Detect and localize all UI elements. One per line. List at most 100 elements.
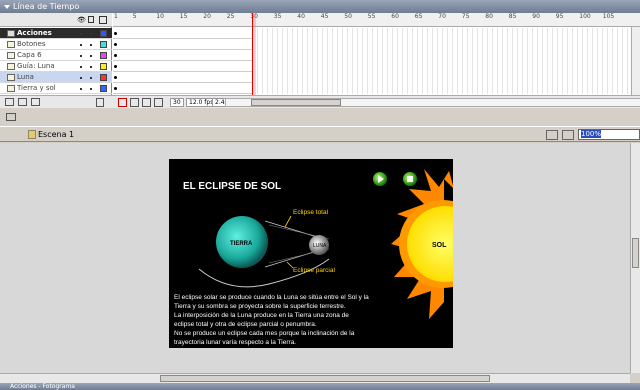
ruler-tick: 45 [320, 13, 329, 20]
layer-color-swatch[interactable] [100, 41, 107, 48]
layer-color-swatch[interactable] [100, 30, 107, 37]
elapsed-time: 2.4s [212, 98, 228, 107]
edit-symbol-icon[interactable] [562, 130, 574, 140]
ruler-tick: 75 [461, 13, 470, 20]
onion-skin-icon[interactable] [130, 98, 139, 107]
ruler-tick: 40 [297, 13, 305, 20]
scroll-thumb[interactable] [251, 99, 341, 106]
layer-icon [7, 30, 15, 37]
description-line: eclipse total y otra de eclipse parcial … [174, 321, 317, 328]
frame-rows[interactable] [113, 28, 640, 94]
ruler-tick: 95 [555, 13, 564, 20]
timeline-horizontal-scrollbar[interactable] [225, 98, 640, 107]
lock-dot[interactable] [90, 55, 92, 57]
description-block: El eclipse solar se produce cuando la Lu… [174, 294, 369, 346]
frame-ruler[interactable]: 1 5 10 15 20 25 30 35 40 45 50 55 60 65 70 75 80 85 90 95 10… [113, 13, 640, 27]
collapse-arrow-icon[interactable] [4, 4, 10, 9]
add-folder-icon[interactable] [31, 98, 40, 106]
ruler-tick: 20 [203, 13, 211, 20]
keyframe[interactable] [114, 65, 117, 68]
ruler-tick: 15 [179, 13, 188, 20]
frame-row[interactable] [113, 50, 253, 61]
visibility-dot[interactable] [80, 33, 82, 35]
lock-dot[interactable] [90, 66, 92, 68]
outline-icon[interactable] [99, 16, 107, 24]
trash-icon[interactable] [96, 98, 104, 107]
playhead[interactable] [252, 13, 256, 95]
visibility-dot[interactable] [80, 77, 82, 79]
eclipse-total-pointer [284, 215, 292, 228]
ruler-tick: 25 [226, 13, 235, 20]
scroll-thumb[interactable] [632, 238, 639, 268]
frame-row[interactable] [113, 28, 253, 39]
ruler-tick: 10 [156, 13, 164, 20]
stop-icon [407, 176, 413, 182]
keyframe[interactable] [114, 43, 117, 46]
zoom-select[interactable]: 100% [578, 129, 640, 140]
ruler-tick: 90 [532, 13, 540, 20]
back-arrow-icon[interactable] [6, 113, 16, 121]
frame-row[interactable] [113, 72, 253, 83]
keyframe[interactable] [114, 87, 117, 90]
layer-icon [7, 52, 15, 59]
timeline-title-bar[interactable]: Línea de Tiempo [0, 0, 640, 13]
edit-multiple-icon[interactable] [154, 98, 163, 107]
description-line: Tierra y su sombra se proyecta sobre la … [174, 303, 346, 310]
ruler-tick: 1 [114, 13, 118, 20]
earth-label: TIERRA [230, 241, 253, 247]
layers-panel: 👁 Acciones Botones Capa 6 Guía: Luna Luna Tie… [0, 13, 112, 108]
layer-row[interactable]: Tierra y sol [0, 83, 112, 94]
edit-scene-icon[interactable] [546, 130, 558, 140]
layer-row[interactable]: Acciones [0, 28, 112, 39]
visibility-dot[interactable] [80, 66, 82, 68]
add-guide-icon[interactable] [18, 98, 27, 106]
timeline-vertical-scrollbar[interactable] [631, 27, 640, 97]
frames-area[interactable]: 1 5 10 15 20 25 30 35 40 45 50 55 60 65 70 75 80 85 90 95 10… [113, 13, 640, 108]
keyframe[interactable] [114, 32, 117, 35]
ruler-tick: 5 [132, 13, 137, 20]
eye-icon[interactable]: 👁 [77, 16, 86, 24]
frame-row[interactable] [113, 83, 253, 94]
layer-color-swatch[interactable] [100, 52, 107, 59]
keyframe[interactable] [114, 76, 117, 79]
onion-outline-icon[interactable] [142, 98, 151, 107]
layers-header: 👁 [0, 13, 112, 27]
stage-vertical-scrollbar[interactable] [630, 143, 640, 373]
visibility-dot[interactable] [80, 88, 82, 90]
lock-dot[interactable] [90, 77, 92, 79]
visibility-dot[interactable] [80, 44, 82, 46]
lock-icon[interactable] [88, 16, 94, 23]
layer-color-swatch[interactable] [100, 74, 107, 81]
scene-label[interactable]: Escena 1 [38, 130, 74, 139]
lock-dot[interactable] [90, 44, 92, 46]
layer-row[interactable]: Botones [0, 39, 112, 50]
layer-row[interactable]: Luna [0, 72, 112, 83]
layer-name: Capa 6 [17, 51, 42, 59]
visibility-dot[interactable] [80, 55, 82, 57]
scroll-thumb[interactable] [160, 375, 490, 382]
edit-toolbar [0, 108, 640, 126]
layer-icon [7, 85, 15, 92]
center-frame-icon[interactable] [118, 98, 127, 107]
lock-dot[interactable] [90, 33, 92, 35]
keyframe[interactable] [114, 54, 117, 57]
layer-name: Guía: Luna [17, 62, 55, 70]
lock-dot[interactable] [90, 88, 92, 90]
layer-icon [7, 41, 15, 48]
stage-horizontal-scrollbar[interactable] [0, 373, 630, 383]
layer-icon [7, 74, 15, 81]
ruler-tick: 80 [485, 13, 493, 20]
add-layer-icon[interactable] [5, 98, 14, 106]
sun-label: SOL [432, 242, 447, 249]
layer-row[interactable]: Capa 6 [0, 50, 112, 61]
stage-canvas[interactable]: EL ECLIPSE DE SOL TIERRA LUNA SOL Eclips… [169, 159, 453, 348]
actions-panel-bar[interactable]: Acciones - Fotograma [0, 383, 640, 390]
ruler-tick: 35 [273, 13, 282, 20]
layer-color-swatch[interactable] [100, 63, 107, 70]
ruler-tick: 100 [579, 13, 591, 20]
frame-row[interactable] [113, 39, 253, 50]
frame-row[interactable] [113, 61, 253, 72]
stage-area[interactable]: EL ECLIPSE DE SOL TIERRA LUNA SOL Eclips… [0, 143, 630, 373]
layer-row[interactable]: Guía: Luna [0, 61, 112, 72]
layer-color-swatch[interactable] [100, 85, 107, 92]
